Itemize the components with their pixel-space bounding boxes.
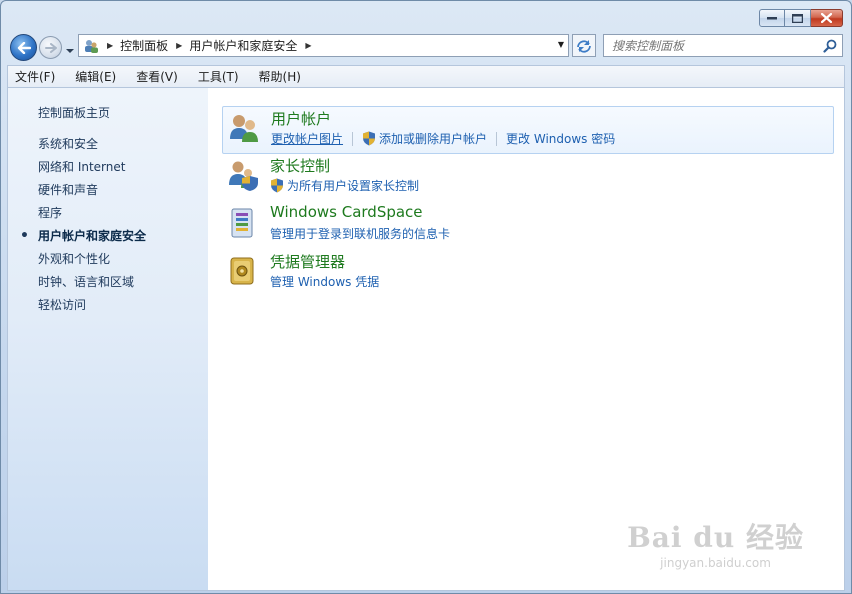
manage-info-cards-link[interactable]: 管理用于登录到联机服务的信息卡 — [270, 225, 450, 242]
sidebar-list: 系统和安全 网络和 Internet 硬件和声音 程序 用户帐户和家庭安全 外观… — [20, 136, 146, 320]
sidebar-item-programs[interactable]: 程序 — [38, 205, 146, 228]
watermark-brand: Bai du 经验 — [627, 521, 804, 554]
recent-pages-button[interactable] — [65, 43, 75, 57]
watermark-url: jingyan.baidu.com — [660, 556, 771, 570]
content-area: 控制面板主页 系统和安全 网络和 Internet 硬件和声音 程序 用户帐户和… — [7, 87, 845, 591]
forward-button[interactable] — [39, 36, 62, 59]
baidu-watermark: Bai du 经验 jingyan.baidu.com — [627, 516, 804, 570]
category-cardspace[interactable]: Windows CardSpace 管理用于登录到联机服务的信息卡 — [222, 202, 834, 250]
setup-parental-controls-link[interactable]: 为所有用户设置家长控制 — [287, 177, 419, 194]
search-box[interactable] — [603, 34, 843, 57]
category-links: 更改帐户图片 添加或删除用户帐户 更改 Windows 密码 — [271, 130, 615, 147]
category-user-accounts[interactable]: 用户帐户 更改帐户图片 添加或删除用户帐户 更改 Windows 密码 — [222, 106, 834, 154]
category-links: 为所有用户设置家长控制 — [270, 177, 419, 194]
close-button[interactable] — [811, 9, 843, 27]
explorer-window: ▶ 控制面板 ▶ 用户帐户和家庭安全 ▶ ▼ 文件(F) 编辑(E) 查看(V)… — [0, 0, 852, 594]
category-title[interactable]: 家长控制 — [270, 155, 330, 176]
refresh-icon — [577, 39, 591, 53]
back-button[interactable] — [10, 34, 37, 61]
maximize-icon — [792, 13, 803, 23]
credential-manager-icon — [230, 257, 254, 285]
search-icon[interactable] — [823, 39, 837, 53]
add-remove-accounts-link[interactable]: 添加或删除用户帐户 — [379, 130, 487, 147]
category-parental-controls[interactable]: 家长控制 为所有用户设置家长控制 — [222, 154, 834, 202]
manage-windows-credentials-link[interactable]: 管理 Windows 凭据 — [270, 273, 379, 290]
breadcrumb-control-panel[interactable]: 控制面板 — [120, 37, 168, 54]
sidebar-home-link[interactable]: 控制面板主页 — [38, 104, 110, 121]
menu-tools[interactable]: 工具(T) — [195, 68, 242, 85]
navigation-bar: ▶ 控制面板 ▶ 用户帐户和家庭安全 ▶ ▼ — [1, 31, 851, 63]
sidebar-item-network[interactable]: 网络和 Internet — [38, 159, 146, 182]
sidebar-item-user-accounts[interactable]: 用户帐户和家庭安全 — [20, 228, 146, 251]
back-arrow-icon — [17, 41, 31, 54]
address-bar[interactable]: ▶ 控制面板 ▶ 用户帐户和家庭安全 ▶ ▼ — [78, 34, 569, 57]
refresh-button[interactable] — [572, 34, 596, 57]
breadcrumb-separator[interactable]: ▶ — [107, 41, 113, 50]
address-dropdown-icon[interactable]: ▼ — [558, 40, 564, 49]
sidebar-item-clock-region[interactable]: 时钟、语言和区域 — [38, 274, 146, 297]
close-icon — [821, 13, 832, 23]
sidebar-item-system-security[interactable]: 系统和安全 — [38, 136, 146, 159]
minimize-button[interactable] — [759, 9, 785, 27]
chevron-down-icon — [66, 49, 74, 53]
category-title[interactable]: 凭据管理器 — [270, 251, 345, 272]
breadcrumb-separator[interactable]: ▶ — [176, 41, 182, 50]
parental-controls-icon — [229, 161, 258, 191]
uac-shield-icon — [363, 131, 376, 146]
cardspace-icon — [231, 208, 253, 238]
menu-help[interactable]: 帮助(H) — [256, 68, 304, 85]
menu-edit[interactable]: 编辑(E) — [72, 68, 119, 85]
sidebar-item-hardware-sound[interactable]: 硬件和声音 — [38, 182, 146, 205]
breadcrumb-separator[interactable]: ▶ — [305, 41, 311, 50]
uac-shield-icon — [271, 178, 283, 193]
category-credential-manager[interactable]: 凭据管理器 管理 Windows 凭据 — [222, 250, 834, 298]
category-title[interactable]: Windows CardSpace — [270, 203, 423, 221]
menu-bar: 文件(F) 编辑(E) 查看(V) 工具(T) 帮助(H) — [7, 65, 845, 87]
menu-view[interactable]: 查看(V) — [133, 68, 181, 85]
category-links: 管理 Windows 凭据 — [270, 273, 379, 290]
sidebar: 控制面板主页 系统和安全 网络和 Internet 硬件和声音 程序 用户帐户和… — [8, 88, 208, 590]
maximize-button[interactable] — [785, 9, 811, 27]
search-input[interactable] — [612, 38, 823, 53]
sidebar-item-ease-of-access[interactable]: 轻松访问 — [38, 297, 146, 320]
control-panel-icon — [85, 39, 98, 53]
category-links: 管理用于登录到联机服务的信息卡 — [270, 225, 450, 242]
caption-buttons — [759, 9, 843, 27]
menu-file[interactable]: 文件(F) — [12, 68, 58, 85]
category-title[interactable]: 用户帐户 — [271, 108, 331, 129]
minimize-icon — [767, 17, 777, 20]
change-account-picture-link[interactable]: 更改帐户图片 — [271, 130, 343, 147]
link-divider — [352, 131, 354, 146]
sidebar-item-appearance[interactable]: 外观和个性化 — [38, 251, 146, 274]
change-windows-password-link[interactable]: 更改 Windows 密码 — [506, 130, 615, 147]
breadcrumb-user-accounts[interactable]: 用户帐户和家庭安全 — [189, 37, 297, 54]
forward-arrow-icon — [44, 42, 57, 53]
link-divider — [496, 131, 498, 146]
user-accounts-icon — [230, 115, 258, 142]
